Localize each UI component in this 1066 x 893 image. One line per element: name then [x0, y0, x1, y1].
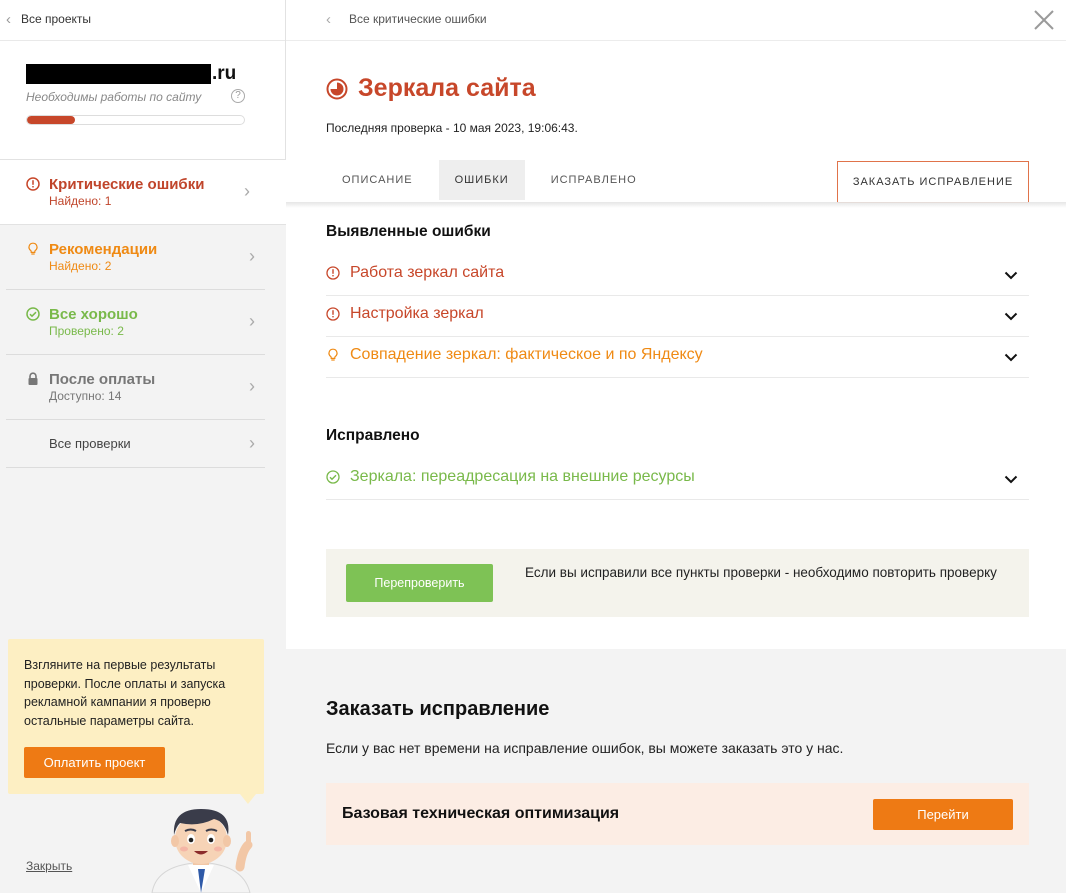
- pay-project-button[interactable]: Оплатить проект: [24, 747, 165, 778]
- exclamation-circle-icon: [326, 266, 340, 280]
- sidebar-item-title: Критические ошибки: [49, 176, 205, 193]
- recheck-panel: Перепроверить Если вы исправили все пунк…: [326, 549, 1029, 617]
- lock-icon: [26, 372, 40, 386]
- sidebar-item-all-checks[interactable]: Все проверки ›: [6, 420, 265, 468]
- divider: [0, 40, 285, 41]
- offer-name: Базовая техническая оптимизация: [342, 805, 620, 822]
- tabs: ОПИСАНИЕ ОШИБКИ ИСПРАВЛЕНО: [326, 160, 663, 202]
- sidebar-item-all-good[interactable]: Все хорошо Проверено: 2 ›: [6, 290, 265, 355]
- promo-text: Взгляните на первые результаты проверки.…: [24, 658, 226, 728]
- chevron-left-icon: ‹: [326, 10, 331, 28]
- chevron-right-icon: ›: [249, 246, 255, 266]
- recheck-button[interactable]: Перепроверить: [346, 564, 493, 602]
- sidebar-item-title: Рекомендации: [49, 241, 158, 258]
- exclamation-circle-icon: [326, 307, 340, 321]
- chevron-down-icon[interactable]: [1003, 349, 1019, 365]
- chevron-right-icon: ›: [249, 376, 255, 396]
- page-title: Зеркала сайта: [358, 74, 536, 102]
- chevron-down-icon[interactable]: [1003, 267, 1019, 283]
- go-button[interactable]: Перейти: [873, 799, 1013, 830]
- redacted-domain-mask: [26, 64, 211, 84]
- main-panel: ‹ Все критические ошибки Зеркала сайта П…: [286, 0, 1066, 893]
- tab-description[interactable]: ОПИСАНИЕ: [326, 160, 429, 200]
- fixed-title: Зеркала: переадресация на внешние ресурс…: [350, 468, 695, 485]
- project-summary: ‹ Все проекты .ru Необходимы работы по с…: [0, 0, 286, 160]
- help-icon[interactable]: ?: [231, 89, 245, 103]
- sidebar: ‹ Все проекты .ru Необходимы работы по с…: [0, 0, 286, 893]
- chevron-right-icon: ›: [249, 311, 255, 331]
- chevron-down-icon[interactable]: [1003, 308, 1019, 324]
- chevron-right-icon: ›: [244, 181, 250, 201]
- order-section-text: Если у вас нет времени на исправление ош…: [326, 740, 844, 756]
- promo-speech-bubble: Взгляните на первые результаты проверки.…: [8, 639, 264, 804]
- error-row[interactable]: Настройка зеркал: [326, 296, 1029, 337]
- error-row[interactable]: Совпадение зеркал: фактическое и по Янде…: [326, 337, 1029, 378]
- project-progress-fill: [27, 116, 75, 124]
- fixed-row[interactable]: Зеркала: переадресация на внешние ресурс…: [326, 459, 1029, 500]
- check-circle-icon: [26, 307, 40, 321]
- back-to-projects-link[interactable]: ‹ Все проекты: [6, 11, 91, 27]
- error-row[interactable]: Работа зеркал сайта: [326, 255, 1029, 296]
- tab-fixed[interactable]: ИСПРАВЛЕНО: [535, 160, 653, 200]
- breadcrumb-label: Все критические ошибки: [349, 12, 487, 26]
- sidebar-item-count: Найдено: 2: [49, 259, 112, 273]
- sidebar-item-recommendations[interactable]: Рекомендации Найдено: 2 ›: [6, 225, 265, 290]
- sidebar-item-title: Все проверки: [49, 436, 131, 451]
- error-title: Настройка зеркал: [350, 305, 484, 322]
- tab-errors[interactable]: ОШИБКИ: [438, 160, 525, 200]
- sidebar-item-after-payment[interactable]: После оплаты Доступно: 14 ›: [6, 355, 265, 420]
- project-progress-bar: [26, 115, 245, 125]
- sidebar-item-count: Найдено: 1: [49, 194, 112, 208]
- sidebar-item-title: После оплаты: [49, 371, 156, 388]
- sidebar-item-count: Проверено: 2: [49, 324, 124, 338]
- lightbulb-icon: [26, 242, 40, 256]
- error-title: Работа зеркал сайта: [350, 264, 505, 281]
- close-icon[interactable]: [1032, 8, 1056, 32]
- order-fix-button[interactable]: ЗАКАЗАТЬ ИСПРАВЛЕНИЕ: [837, 161, 1029, 203]
- domain-suffix: .ru: [212, 63, 237, 84]
- recheck-hint: Если вы исправили все пункты проверки - …: [525, 565, 997, 580]
- order-section-title: Заказать исправление: [326, 698, 550, 720]
- breadcrumb[interactable]: ‹ Все критические ошибки: [326, 11, 487, 27]
- back-to-projects-label: Все проекты: [21, 12, 92, 26]
- work-status-text: Необходимы работы по сайту: [26, 90, 202, 104]
- pie-status-icon: [326, 78, 348, 100]
- project-domain: .ru: [26, 63, 236, 85]
- offer-card: Базовая техническая оптимизация Перейти: [326, 783, 1029, 845]
- lightbulb-icon: [326, 348, 340, 362]
- chevron-down-icon[interactable]: [1003, 471, 1019, 487]
- chevron-left-icon: ‹: [6, 10, 11, 28]
- close-link[interactable]: Закрыть: [26, 859, 72, 873]
- found-errors-heading: Выявленные ошибки: [326, 223, 491, 240]
- error-title: Совпадение зеркал: фактическое и по Янде…: [350, 346, 703, 363]
- last-check-timestamp: Последняя проверка - 10 мая 2023, 19:06:…: [326, 121, 578, 135]
- sidebar-item-count: Доступно: 14: [49, 389, 122, 403]
- check-circle-icon: [326, 470, 340, 484]
- chevron-right-icon: ›: [249, 433, 255, 453]
- check-details-panel: ‹ Все критические ошибки Зеркала сайта П…: [286, 0, 1066, 649]
- exclamation-circle-icon: [26, 177, 40, 191]
- tabs-shadow: [286, 202, 1066, 208]
- sidebar-item-critical-errors[interactable]: Критические ошибки Найдено: 1 ›: [0, 160, 286, 225]
- mascot-illustration: [144, 805, 274, 893]
- fixed-heading: Исправлено: [326, 427, 420, 444]
- divider: [286, 40, 1066, 41]
- checks-nav: Критические ошибки Найдено: 1 › Рекоменд…: [0, 160, 286, 468]
- sidebar-item-title: Все хорошо: [49, 306, 138, 323]
